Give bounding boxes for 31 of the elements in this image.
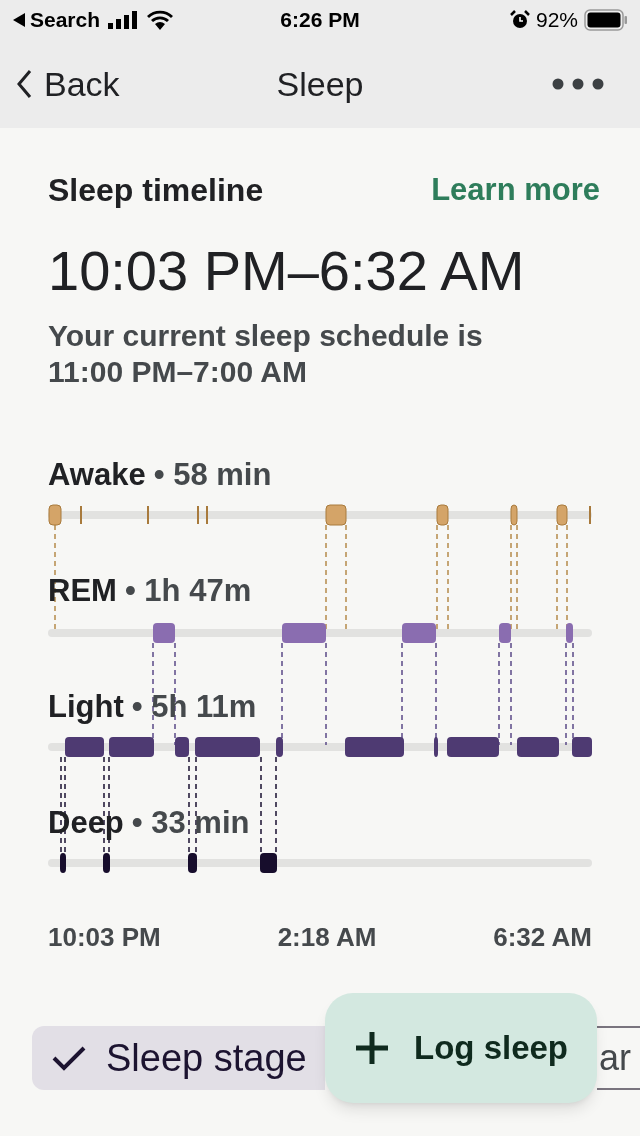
sleep-range: 10:03 PM–6:32 AM [48,238,526,304]
section-title: Sleep timeline [48,171,264,210]
filter-chip[interactable]: Sleep stage [32,1026,325,1090]
status-time: 6:26 PM [280,7,360,34]
back-button[interactable]: Back [16,58,120,110]
chevron-left-icon [16,69,32,99]
stage-name: Light [48,688,124,726]
stage-name: Awake [48,456,146,494]
back-triangle-icon [12,12,26,28]
time-axis-label: 2:18 AM [277,921,377,954]
learn-more-link[interactable]: Learn more [431,166,600,214]
time-axis-label: 10:03 PM [48,921,161,954]
time-axis-label: 6:32 AM [493,921,592,954]
plus-icon [354,1030,390,1066]
stage-duration: • 58 min [153,456,272,494]
battery-percent: 92% [535,7,578,34]
stage-duration: • 1h 47m [124,572,252,610]
stage-name: Deep [48,804,124,842]
log-sleep-button[interactable]: Log sleep [325,993,597,1103]
battery-icon [584,9,628,31]
stage-duration: • 33 min [131,804,250,842]
page-title: Sleep [276,63,364,105]
stage-duration: • 5h 11m [131,688,257,726]
signal-icon [108,11,139,29]
schedule-text: Your current sleep schedule is 11:00 PM–7:00 AM [48,318,484,390]
more-icon[interactable] [552,78,604,90]
alarm-icon [509,10,530,30]
wifi-icon [146,10,175,30]
stage-name: REM [48,572,117,610]
check-icon [52,1045,86,1071]
back-app-label[interactable]: Search [30,4,101,36]
